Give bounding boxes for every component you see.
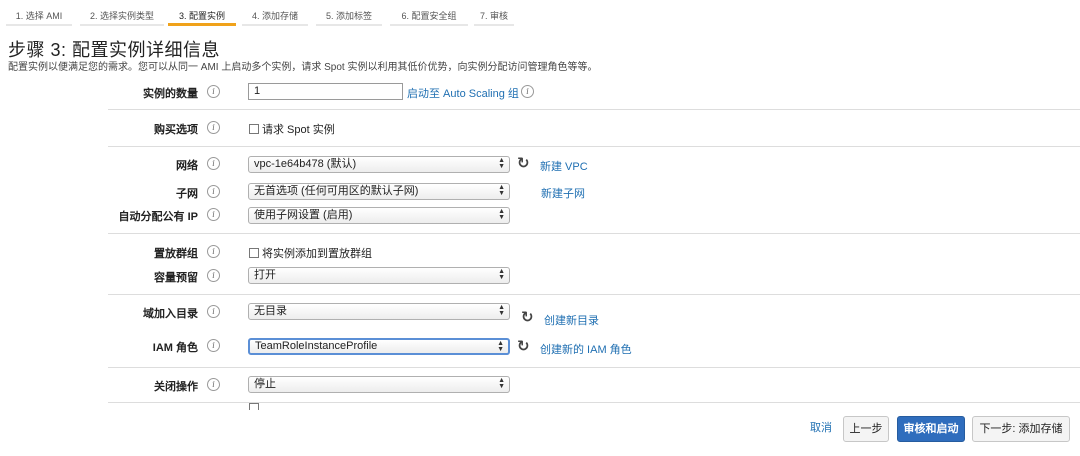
review-and-launch-button[interactable]: 审核和启动 xyxy=(897,416,965,442)
auto-public-ip-select[interactable]: 使用子网设置 (启用) ▲ ▼ xyxy=(248,207,510,224)
configure-instance-form: 实例的数量 i 1 启动至 Auto Scaling 组 i 购买选项 i 请求… xyxy=(0,76,1080,410)
create-directory-link[interactable]: 创建新目录 xyxy=(544,312,599,328)
spot-request-label: 请求 Spot 实例 xyxy=(262,124,335,136)
info-icon[interactable]: i xyxy=(207,121,220,134)
instance-count-input[interactable]: 1 xyxy=(248,83,403,100)
create-vpc-link[interactable]: 新建 VPC xyxy=(540,158,588,174)
shutdown-behavior-label: 关闭操作 xyxy=(154,381,198,393)
domain-join-select[interactable]: 无目录 ▲ ▼ xyxy=(248,303,510,320)
next-add-storage-button[interactable]: 下一步: 添加存储 xyxy=(972,416,1070,442)
network-label: 网络 xyxy=(176,160,198,172)
placement-group-label: 置放群组 xyxy=(154,248,198,260)
page-subtitle: 配置实例以便满足您的需求。您可以从同一 AMI 上启动多个实例，请求 Spot … xyxy=(8,62,598,73)
auto-public-ip-label: 自动分配公有 IP xyxy=(118,211,198,223)
divider xyxy=(108,233,1080,234)
placement-group-checkbox-row[interactable]: 将实例添加到置放群组 xyxy=(249,245,372,261)
info-icon[interactable]: i xyxy=(207,339,220,352)
tab-choose-instance-type[interactable]: 2. 选择实例类型 xyxy=(80,0,164,26)
launch-into-asg-link[interactable]: 启动至 Auto Scaling 组 xyxy=(407,85,519,101)
placement-group-checkbox[interactable] xyxy=(249,248,259,258)
refresh-icon[interactable]: ↻ xyxy=(517,339,530,354)
divider xyxy=(108,367,1080,368)
wizard-footer: 取消 上一步 审核和启动 下一步: 添加存储 xyxy=(0,410,1080,456)
info-icon[interactable]: i xyxy=(207,305,220,318)
capacity-reservation-select[interactable]: 打开 ▲ ▼ xyxy=(248,267,510,284)
spot-request-checkbox[interactable] xyxy=(249,124,259,134)
updown-arrows-icon: ▲ ▼ xyxy=(498,304,505,317)
wizard-tabs: 1. 选择 AMI 2. 选择实例类型 3. 配置实例 4. 添加存储 5. 添… xyxy=(0,0,1080,26)
network-select-value: vpc-1e64b478 (默认) xyxy=(254,158,357,170)
info-icon[interactable]: i xyxy=(207,185,220,198)
info-icon[interactable]: i xyxy=(207,85,220,98)
updown-arrows-icon: ▲ ▼ xyxy=(498,268,505,281)
shutdown-behavior-select-value: 停止 xyxy=(254,378,276,390)
tab-choose-ami[interactable]: 1. 选择 AMI xyxy=(6,0,72,26)
purchase-option-label: 购买选项 xyxy=(154,124,198,136)
next-row-checkbox[interactable] xyxy=(249,403,259,410)
iam-role-select-value: TeamRoleInstanceProfile xyxy=(255,340,378,352)
create-iam-role-link[interactable]: 创建新的 IAM 角色 xyxy=(540,341,632,357)
tab-add-tags[interactable]: 5. 添加标签 xyxy=(316,0,382,26)
shutdown-behavior-select[interactable]: 停止 ▲ ▼ xyxy=(248,376,510,393)
updown-arrows-icon: ▲ ▼ xyxy=(497,340,504,353)
iam-role-select[interactable]: TeamRoleInstanceProfile ▲ ▼ xyxy=(248,338,510,355)
network-select[interactable]: vpc-1e64b478 (默认) ▲ ▼ xyxy=(248,156,510,173)
subnet-label: 子网 xyxy=(176,188,198,200)
updown-arrows-icon: ▲ ▼ xyxy=(498,157,505,170)
auto-public-ip-select-value: 使用子网设置 (启用) xyxy=(254,209,353,221)
updown-arrows-icon: ▲ ▼ xyxy=(498,184,505,197)
domain-join-label: 域加入目录 xyxy=(143,308,198,320)
tab-configure-instance[interactable]: 3. 配置实例 xyxy=(168,0,236,26)
refresh-icon[interactable]: ↻ xyxy=(521,310,534,325)
refresh-icon[interactable]: ↻ xyxy=(517,156,530,171)
next-row-checkbox-partial[interactable] xyxy=(249,403,262,410)
capacity-reservation-select-value: 打开 xyxy=(254,269,276,281)
spot-request-checkbox-row[interactable]: 请求 Spot 实例 xyxy=(249,121,335,137)
divider xyxy=(108,146,1080,147)
capacity-reservation-label: 容量预留 xyxy=(154,272,198,284)
updown-arrows-icon: ▲ ▼ xyxy=(498,377,505,390)
tab-configure-security-group[interactable]: 6. 配置安全组 xyxy=(390,0,468,26)
subnet-select[interactable]: 无首选项 (任何可用区的默认子网) ▲ ▼ xyxy=(248,183,510,200)
iam-role-label: IAM 角色 xyxy=(152,342,198,354)
divider xyxy=(108,294,1080,295)
tab-review[interactable]: 7. 审核 xyxy=(474,0,514,26)
instance-count-label: 实例的数量 xyxy=(143,88,198,100)
info-icon[interactable]: i xyxy=(207,245,220,258)
info-icon[interactable]: i xyxy=(521,85,534,98)
divider xyxy=(108,109,1080,110)
info-icon[interactable]: i xyxy=(207,269,220,282)
tab-add-storage[interactable]: 4. 添加存储 xyxy=(242,0,308,26)
updown-arrows-icon: ▲ ▼ xyxy=(498,208,505,221)
create-subnet-link[interactable]: 新建子网 xyxy=(541,185,585,201)
placement-group-checkbox-label: 将实例添加到置放群组 xyxy=(262,248,372,260)
info-icon[interactable]: i xyxy=(207,378,220,391)
previous-button[interactable]: 上一步 xyxy=(843,416,889,442)
info-icon[interactable]: i xyxy=(207,157,220,170)
cancel-button[interactable]: 取消 xyxy=(803,416,839,442)
info-icon[interactable]: i xyxy=(207,208,220,221)
subnet-select-value: 无首选项 (任何可用区的默认子网) xyxy=(254,185,419,197)
domain-join-select-value: 无目录 xyxy=(254,305,287,317)
